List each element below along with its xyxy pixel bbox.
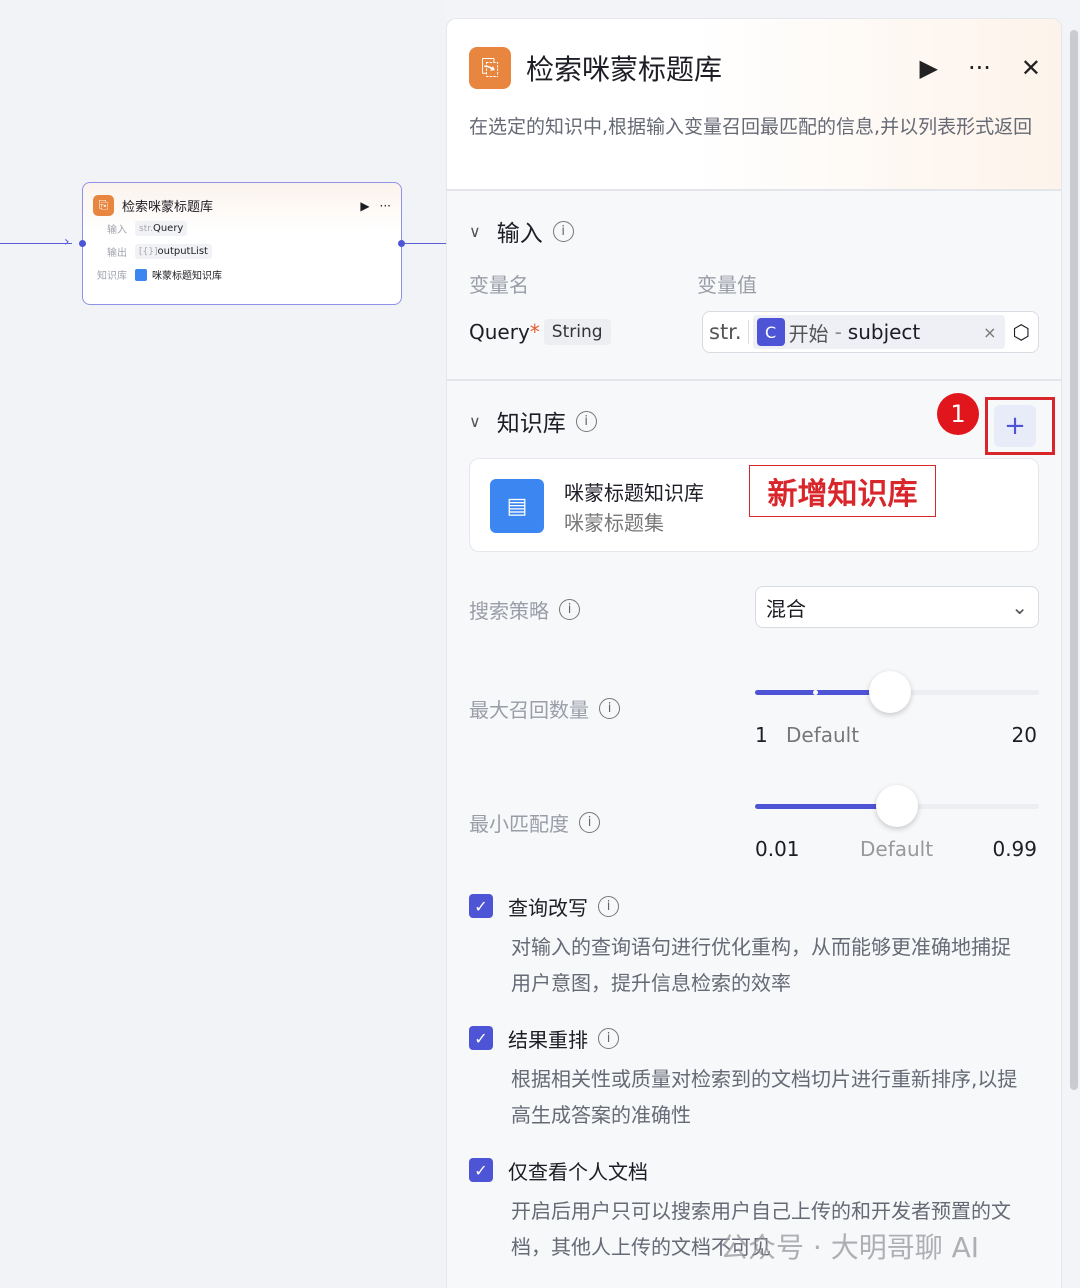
max-recall-min: 1 xyxy=(755,723,768,747)
option-desc: 对输入的查询语句进行优化重构，从而能够更准确地捕捉用户意图，提升信息检索的效率 xyxy=(511,935,1011,995)
input-port[interactable] xyxy=(79,240,86,247)
max-recall-slider[interactable] xyxy=(755,671,1039,713)
info-icon[interactable]: i xyxy=(599,698,620,719)
node-settings-panel: ⎘ 检索咪蒙标题库 ▶ ··· ✕ 在选定的知识中,根据输入变量召回最匹配的信息… xyxy=(446,18,1062,1288)
output-label: 输出 xyxy=(107,248,127,259)
variable-picker-icon[interactable]: ⬡ xyxy=(1005,320,1038,344)
panel-description: 在选定的知识中,根据输入变量召回最匹配的信息,并以列表形式返回 xyxy=(469,116,1033,138)
panel-title: 检索咪蒙标题库 xyxy=(526,53,723,86)
info-icon[interactable]: i xyxy=(579,812,600,833)
slider-thumb[interactable] xyxy=(876,785,918,827)
kb-section-title: 知识库 xyxy=(496,411,566,437)
kb-label: 知识库 xyxy=(97,271,127,282)
run-icon[interactable]: ▶ xyxy=(360,199,369,213)
var-value-input[interactable]: str. C 开始 - subject × ⬡ xyxy=(702,311,1039,353)
scrollbar[interactable] xyxy=(1070,30,1078,1090)
more-button[interactable]: ··· xyxy=(968,54,991,82)
kb-value: 咪蒙标题知识库 xyxy=(152,271,222,282)
query-rewrite-checkbox[interactable]: ✓ xyxy=(469,894,493,918)
option-label: 结果重排 xyxy=(508,1027,588,1052)
option-label: 仅查看个人文档 xyxy=(508,1159,648,1184)
search-strategy-select[interactable]: 混合 ⌄ xyxy=(755,586,1039,628)
document-icon: ▤ xyxy=(490,479,544,533)
more-icon[interactable]: ··· xyxy=(380,199,391,213)
knowledge-card[interactable]: ▤ 咪蒙标题知识库 咪蒙标题集 新增知识库 xyxy=(469,458,1039,552)
info-icon[interactable]: i xyxy=(575,410,597,432)
col-var-name: 变量名 xyxy=(469,273,529,297)
watermark: 公众号 · 大明哥聊 AI xyxy=(720,1231,980,1264)
search-strategy-value: 混合 xyxy=(766,596,806,621)
knowledge-icon: ⎘ xyxy=(93,195,114,216)
min-match-min: 0.01 xyxy=(755,837,800,861)
clear-icon[interactable]: × xyxy=(983,323,996,342)
max-recall-default: Default xyxy=(786,723,860,747)
add-knowledge-button[interactable]: + xyxy=(994,405,1036,447)
edge-in xyxy=(0,243,72,244)
output-type: [{}] xyxy=(139,247,158,257)
output-port[interactable] xyxy=(398,240,405,247)
input-label: 输入 xyxy=(107,225,127,236)
personal-docs-checkbox[interactable]: ✓ xyxy=(469,1158,493,1182)
run-button[interactable]: ▶ xyxy=(920,54,938,82)
close-button[interactable]: ✕ xyxy=(1021,54,1041,82)
chevron-down-icon: ⌄ xyxy=(1011,595,1028,619)
var-type-tag: String xyxy=(543,319,611,345)
kb-icon xyxy=(135,268,147,281)
value-field: subject xyxy=(847,320,921,344)
min-match-slider[interactable] xyxy=(755,785,1039,827)
node-title: 检索咪蒙标题库 xyxy=(122,200,214,215)
collapse-icon[interactable]: ∨ xyxy=(469,222,481,241)
edge-out xyxy=(405,243,446,244)
info-icon[interactable]: i xyxy=(552,220,574,242)
arrow-icon: › xyxy=(64,234,70,250)
slider-thumb[interactable] xyxy=(868,671,911,713)
max-recall-max: 20 xyxy=(1011,723,1037,747)
knowledge-node[interactable]: ⎘ 检索咪蒙标题库 ▶ ··· 输入 str.Query 输出 [{}]output… xyxy=(79,182,405,305)
value-source: 开始 xyxy=(788,321,829,346)
min-match-default: Default xyxy=(860,837,934,861)
max-recall-label: 最大召回数量 xyxy=(469,698,589,722)
input-type: str. xyxy=(139,224,153,234)
input-section-title: 输入 xyxy=(496,221,543,247)
type-prefix: str. xyxy=(703,320,749,344)
start-node-icon: C xyxy=(756,318,785,346)
var-name: Query xyxy=(469,320,530,344)
min-match-label: 最小匹配度 xyxy=(469,812,569,836)
annotation-badge: 1 xyxy=(937,393,979,435)
knowledge-icon: ⎘ xyxy=(469,47,511,89)
collapse-icon[interactable]: ∨ xyxy=(469,412,481,431)
option-desc: 根据相关性或质量对检索到的文档切片进行重新排序,以提高生成答案的准确性 xyxy=(511,1067,1018,1127)
workflow-canvas[interactable]: › ⎘ 检索咪蒙标题库 ▶ ··· 输入 str.Query 输出 [{}]outp… xyxy=(0,0,446,1288)
info-icon[interactable]: i xyxy=(598,1027,619,1049)
min-match-max: 0.99 xyxy=(992,837,1037,861)
kb-name: 咪蒙标题知识库 xyxy=(564,481,704,505)
info-icon[interactable]: i xyxy=(559,599,580,620)
info-icon[interactable]: i xyxy=(598,895,619,917)
default-marker xyxy=(813,690,818,695)
output-value: outputList xyxy=(157,246,208,257)
col-var-value: 变量值 xyxy=(697,273,757,297)
search-strategy-label: 搜索策略 xyxy=(469,599,549,623)
required-mark: * xyxy=(529,320,540,344)
annotation-label: 新增知识库 xyxy=(749,465,936,517)
rerank-checkbox[interactable]: ✓ xyxy=(469,1026,493,1050)
input-value: Query xyxy=(152,223,184,234)
kb-subtitle: 咪蒙标题集 xyxy=(564,511,664,535)
value-sep: - xyxy=(834,320,842,344)
option-label: 查询改写 xyxy=(508,895,588,920)
